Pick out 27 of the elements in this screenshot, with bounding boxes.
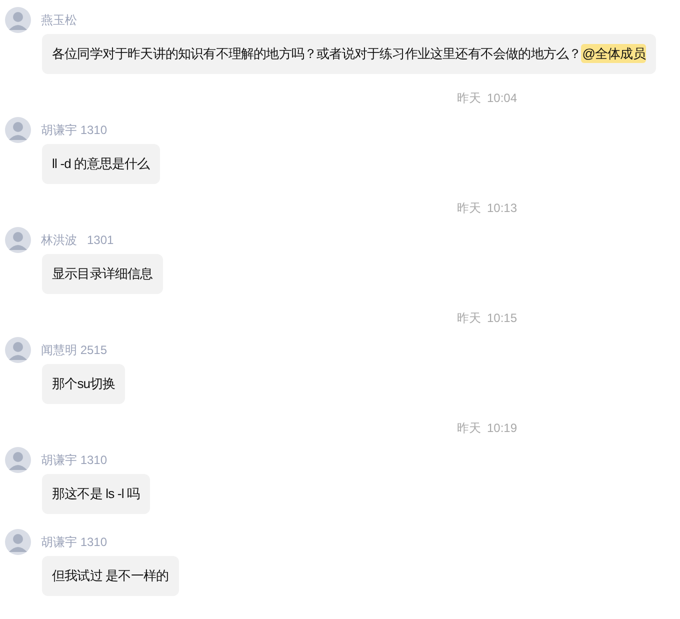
timestamp-time: 10:19 bbox=[486, 421, 517, 435]
timestamp-day: 昨天 bbox=[456, 421, 481, 435]
message-bubble: 各位同学对于昨天讲的知识有不理解的地方吗？或者说对于练习作业这里还有不会做的地方么？@全体成员 bbox=[42, 34, 656, 74]
avatar-icon[interactable] bbox=[5, 227, 31, 253]
avatar-icon[interactable] bbox=[5, 117, 31, 143]
sender-name: 林洪波 1301 bbox=[41, 232, 114, 248]
timestamp-day: 昨天 bbox=[456, 201, 481, 215]
timestamp-time: 10:13 bbox=[486, 201, 517, 215]
sender-name: 燕玉松 bbox=[41, 12, 77, 28]
mention-tag[interactable]: @全体成员 bbox=[581, 44, 646, 63]
timestamp-time: 10:15 bbox=[486, 311, 517, 325]
sender-name: 闻慧明 2515 bbox=[41, 342, 108, 358]
timestamp-time: 10:04 bbox=[486, 91, 517, 105]
message-bubble: 那这不是 ls -l 吗 bbox=[42, 474, 150, 514]
sender-name: 胡谦宇 1310 bbox=[41, 452, 108, 468]
message-bubble: ll -d 的意思是什么 bbox=[42, 144, 160, 184]
message-bubble: 但我试过 是不一样的 bbox=[42, 556, 179, 596]
timestamp-day: 昨天 bbox=[456, 311, 481, 325]
message-bubble: 那个su切换 bbox=[42, 364, 126, 404]
avatar-icon[interactable] bbox=[5, 529, 31, 555]
message-bubble: 显示目录详细信息 bbox=[42, 254, 163, 294]
avatar-icon[interactable] bbox=[5, 337, 31, 363]
sender-name: 胡谦宇 1310 bbox=[41, 534, 108, 550]
timestamp-day: 昨天 bbox=[456, 91, 481, 105]
avatar-icon[interactable] bbox=[5, 447, 31, 473]
sender-name: 胡谦宇 1310 bbox=[41, 122, 108, 138]
avatar-icon[interactable] bbox=[5, 7, 31, 33]
